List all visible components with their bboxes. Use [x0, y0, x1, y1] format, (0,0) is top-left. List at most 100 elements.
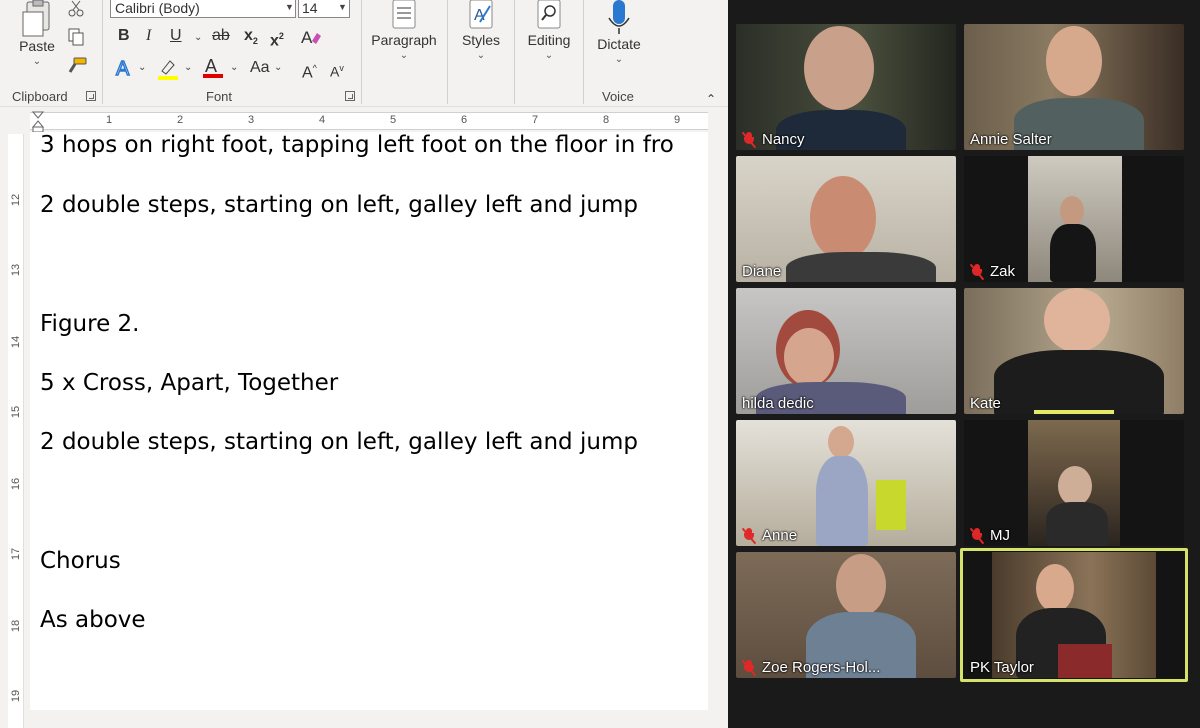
copy-icon[interactable]	[67, 28, 85, 46]
document-line[interactable]: 3 hops on right foot, tapping left foot …	[40, 132, 674, 158]
italic-button[interactable]: I	[146, 26, 151, 46]
vertical-ruler[interactable]: 12 13 14 15 16 17 18 19	[8, 134, 24, 728]
font-name-select[interactable]: Calibri (Body)	[110, 0, 296, 18]
participant-name-tag: Zak	[969, 263, 1016, 280]
chevron-down-icon[interactable]: ⌄	[274, 62, 282, 73]
microphone-icon	[608, 0, 630, 34]
horizontal-ruler[interactable]: 1 2 3 4 5 6 7 8 9	[30, 111, 708, 133]
paste-button[interactable]: Paste ⌄	[14, 0, 60, 67]
chevron-down-icon[interactable]: ▼	[285, 2, 294, 12]
editing-button[interactable]: Editing ⌄	[519, 0, 579, 61]
divider	[361, 0, 362, 104]
ruler-number: 5	[390, 114, 397, 126]
document-line[interactable]: 2 double steps, starting on left, galley…	[40, 429, 638, 455]
vertical-scrollbar[interactable]	[708, 132, 728, 728]
ribbon: Paste ⌄ Clipboard Calibri (Body) ▼ 14 ▼ …	[0, 0, 728, 107]
chevron-down-icon[interactable]: ⌄	[230, 62, 238, 73]
divider	[583, 0, 584, 104]
chevron-down-icon[interactable]: ▼	[338, 2, 347, 12]
superscript-button[interactable]: x2	[270, 26, 284, 51]
document-line[interactable]: As above	[40, 607, 146, 633]
collapse-ribbon-icon[interactable]: ⌃	[706, 92, 716, 106]
search-icon	[537, 0, 561, 29]
participant-name: hilda dedic	[742, 395, 814, 412]
participant-name-tag: Diane	[742, 263, 781, 280]
ruler-number: 13	[10, 263, 23, 277]
participant-name: Nancy	[762, 131, 805, 148]
clear-formatting-icon[interactable]: A	[300, 27, 322, 47]
font-launcher-icon[interactable]	[345, 91, 355, 101]
muted-microphone-icon	[741, 659, 757, 676]
clipboard-launcher-icon[interactable]	[86, 91, 96, 101]
document-line[interactable]: Chorus	[40, 548, 121, 574]
participant-name: Zoe Rogers-Hol...	[762, 659, 881, 676]
ruler-number: 1	[106, 114, 113, 126]
font-color-icon[interactable]: A	[202, 55, 224, 79]
chevron-down-icon[interactable]: ⌄	[366, 50, 442, 61]
chevron-down-icon[interactable]: ⌄	[138, 62, 146, 73]
chevron-down-icon[interactable]: ⌄	[14, 56, 60, 67]
participant-tile-kate[interactable]: Kate	[964, 288, 1184, 414]
muted-microphone-icon	[741, 527, 757, 544]
participant-video	[836, 554, 886, 616]
participant-name-tag: Anne	[741, 527, 798, 544]
participant-name: Zak	[990, 263, 1016, 280]
subscript-button[interactable]: x2	[244, 26, 258, 51]
document-line[interactable]: 5 x Cross, Apart, Together	[40, 370, 338, 396]
dictate-button[interactable]: Dictate ⌄	[588, 0, 650, 65]
change-case-button[interactable]: Aa	[250, 58, 270, 78]
paragraph-label: Paragraph	[371, 32, 437, 48]
participant-video	[1050, 224, 1096, 282]
participant-tile-annie-salter[interactable]: Annie Salter	[964, 24, 1184, 150]
chevron-down-icon[interactable]: ⌄	[194, 32, 202, 43]
ruler-number: 4	[319, 114, 326, 126]
format-painter-icon[interactable]	[66, 56, 88, 76]
document-line[interactable]: Figure 2.	[40, 311, 139, 337]
bold-button[interactable]: B	[118, 26, 130, 46]
font-color-letter: A	[205, 56, 217, 76]
participant-tile-zak[interactable]: Zak	[964, 156, 1184, 282]
ruler-number: 14	[10, 335, 23, 349]
highlight-icon[interactable]	[156, 57, 180, 81]
document-page[interactable]: 3 hops on right foot, tapping left foot …	[30, 132, 708, 710]
document-line[interactable]: 2 double steps, starting on left, galley…	[40, 192, 638, 218]
participant-name: Anne	[762, 527, 798, 544]
dictate-label: Dictate	[597, 36, 641, 52]
chevron-down-icon[interactable]: ⌄	[519, 50, 579, 61]
ruler-number: 3	[248, 114, 255, 126]
svg-text:A: A	[116, 58, 130, 79]
participant-tile-zoe-rogers[interactable]: Zoe Rogers-Hol...	[736, 552, 956, 678]
participant-video	[828, 426, 854, 458]
styles-button[interactable]: A Styles ⌄	[452, 0, 510, 61]
styles-label: Styles	[461, 32, 501, 48]
shrink-font-button[interactable]: Av	[330, 58, 344, 82]
font-group-label: Font	[206, 89, 233, 104]
participant-tile-anne[interactable]: Anne	[736, 420, 956, 546]
participant-tile-nancy[interactable]: Nancy	[736, 24, 956, 150]
underline-button[interactable]: U	[170, 26, 182, 46]
participant-tile-pk-taylor[interactable]: PK Taylor	[960, 548, 1188, 682]
participant-video	[784, 328, 834, 386]
text-effects-icon[interactable]: A	[114, 57, 136, 79]
participant-tile-mj[interactable]: MJ	[964, 420, 1184, 546]
ruler-corner[interactable]	[0, 111, 30, 237]
participant-name-tag: Zoe Rogers-Hol...	[741, 659, 881, 676]
svg-text:A: A	[301, 28, 313, 47]
ruler-number: 18	[10, 619, 23, 633]
paragraph-button[interactable]: Paragraph ⌄	[366, 0, 442, 61]
participant-name: Annie Salter	[970, 131, 1052, 148]
chevron-down-icon[interactable]: ⌄	[588, 54, 650, 65]
divider	[102, 0, 103, 104]
indent-marker-icon[interactable]	[32, 111, 44, 133]
participant-video	[816, 456, 868, 546]
strikethrough-button[interactable]: ab	[212, 26, 230, 46]
chevron-down-icon[interactable]: ⌄	[184, 62, 192, 73]
grow-font-button[interactable]: A^	[302, 58, 317, 83]
chevron-down-icon[interactable]: ⌄	[452, 50, 510, 61]
participant-tile-hilda-dedic[interactable]: hilda dedic	[736, 288, 956, 414]
cut-icon[interactable]	[67, 0, 85, 18]
voice-group-label: Voice	[602, 89, 634, 104]
participant-name-tag: MJ	[969, 527, 1010, 544]
ruler-number: 17	[10, 547, 23, 561]
participant-tile-diane[interactable]: Diane	[736, 156, 956, 282]
